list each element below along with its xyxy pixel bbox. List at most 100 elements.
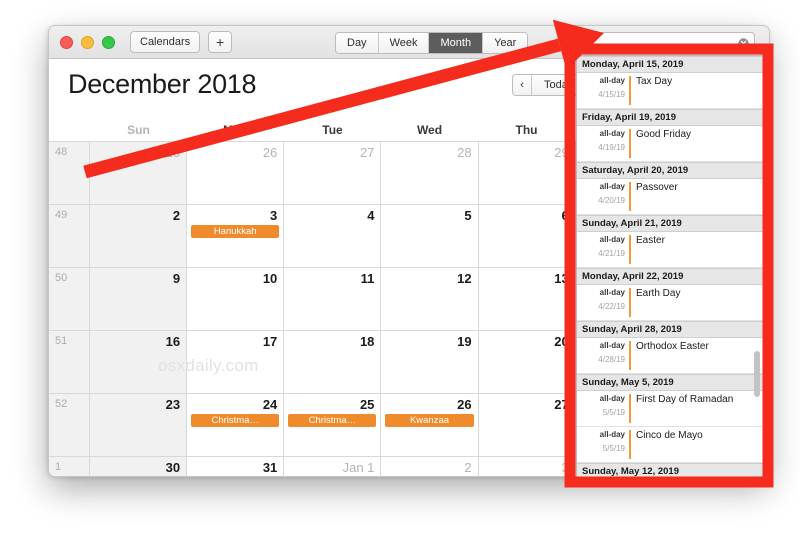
search-result-date: 5/5/19	[602, 408, 625, 417]
day-number: 28	[457, 145, 472, 160]
calendar-day-cell[interactable]: 9	[90, 268, 188, 330]
search-result-row[interactable]: all-day 4/19/19 Good Friday	[577, 126, 763, 162]
search-result-date: 4/28/19	[598, 355, 625, 364]
tab-year[interactable]: Year	[483, 33, 528, 53]
week-number: 49	[49, 205, 90, 267]
day-number: 27	[554, 397, 569, 412]
calendar-day-cell[interactable]: 3 Hanukkah	[187, 205, 285, 267]
day-number: 23	[165, 397, 181, 412]
calendar-event-chip[interactable]: Christma…	[191, 414, 280, 427]
calendar-day-cell[interactable]: 27	[284, 142, 382, 204]
day-number: 11	[360, 271, 375, 286]
calendar-day-cell[interactable]: 26 Kwanzaa	[381, 394, 479, 456]
search-results-panel[interactable]: Monday, April 15, 2019 all-day 4/15/19 Tax …	[576, 55, 764, 481]
calendar-day-cell[interactable]: 26	[187, 142, 285, 204]
search-result-row[interactable]: all-day 4/20/19 Passover	[577, 179, 763, 215]
calendar-day-cell[interactable]: 4	[284, 205, 382, 267]
search-icon	[583, 38, 594, 49]
search-result-row[interactable]: all-day 5/5/19 Cinco de Mayo	[577, 427, 763, 463]
search-result-date: 4/15/19	[598, 90, 625, 99]
day-number: 4	[367, 208, 375, 223]
search-result-date-header: Sunday, April 21, 2019	[577, 215, 763, 232]
calendar-day-cell[interactable]: 18	[284, 331, 382, 393]
calendar-day-cell[interactable]: 12	[381, 268, 479, 330]
search-result-date: 4/20/19	[598, 196, 625, 205]
calendar-day-cell[interactable]: 10	[187, 268, 285, 330]
search-input[interactable]: .	[599, 37, 738, 49]
day-number: 26	[262, 145, 278, 160]
search-result-date-header: Sunday, May 5, 2019	[577, 374, 763, 391]
day-number: 29	[554, 145, 569, 160]
day-number: 18	[359, 334, 375, 349]
page-title: December 2018	[68, 69, 257, 99]
day-number: 24	[262, 397, 278, 412]
day-number: 2	[172, 208, 181, 223]
add-event-button[interactable]: +	[208, 31, 233, 53]
clear-icon[interactable]	[738, 37, 749, 49]
traffic-light-group	[60, 35, 115, 49]
search-result-time-column: all-day 4/20/19	[577, 179, 629, 214]
week-number: 50	[49, 268, 90, 330]
search-result-row[interactable]: all-day 5/5/19 First Day of Ramadan	[577, 391, 763, 427]
search-field[interactable]: .	[577, 32, 755, 54]
calendar-day-cell[interactable]: 3	[478, 457, 576, 476]
search-result-allday-label: all-day	[599, 182, 625, 191]
calendars-button[interactable]: Calendars	[130, 31, 201, 53]
week-number: 51	[49, 331, 90, 393]
search-result-title: First Day of Ramadan	[636, 394, 734, 405]
search-result-allday-label: all-day	[599, 235, 625, 244]
calendar-day-cell[interactable]: 11	[284, 268, 382, 330]
search-result-time-column: all-day 4/28/19	[577, 338, 629, 373]
day-number: 2	[464, 460, 472, 475]
search-result-row[interactable]: all-day 4/22/19 Earth Day	[577, 285, 763, 321]
search-result-date: 4/22/19	[598, 302, 625, 311]
day-number: 3	[270, 208, 278, 223]
calendar-day-cell[interactable]: 23	[90, 394, 188, 456]
week-number: 1	[49, 457, 90, 476]
view-segmented-control[interactable]: Day Week Month Year	[335, 32, 529, 54]
calendar-day-cell[interactable]: 28	[381, 142, 479, 204]
calendar-day-cell[interactable]: 2	[90, 205, 188, 267]
search-result-row[interactable]: all-day5/12/19Mother's Day	[577, 480, 763, 481]
calendar-event-chip[interactable]: Kwanzaa	[385, 414, 474, 427]
search-results-list: Monday, April 15, 2019 all-day 4/15/19 Tax …	[577, 56, 763, 481]
calendar-day-cell[interactable]: 29	[478, 142, 576, 204]
calendar-day-cell[interactable]: 16	[90, 331, 188, 393]
calendar-day-cell[interactable]: 25	[90, 142, 188, 204]
search-result-date: 4/19/19	[598, 143, 625, 152]
search-result-allday-label: all-day	[599, 288, 625, 297]
results-scrollbar-thumb[interactable]	[754, 351, 760, 397]
search-result-time-column: all-day 4/19/19	[577, 126, 629, 161]
day-number: 3	[561, 460, 569, 475]
search-result-row[interactable]: all-day 4/21/19 Easter	[577, 232, 763, 268]
calendar-day-cell[interactable]: 6	[478, 205, 576, 267]
calendar-day-cell[interactable]: 24 Christma…	[187, 394, 285, 456]
calendar-day-cell[interactable]: 13	[478, 268, 576, 330]
search-result-title: Good Friday	[636, 129, 692, 140]
search-result-row[interactable]: all-day 4/28/19 Orthodox Easter	[577, 338, 763, 374]
search-result-row[interactable]: all-day 4/15/19 Tax Day	[577, 73, 763, 109]
calendar-event-chip[interactable]: Christma…	[288, 414, 377, 427]
tab-month[interactable]: Month	[429, 33, 484, 53]
tab-week[interactable]: Week	[378, 33, 430, 53]
calendar-day-cell[interactable]: 30	[90, 457, 188, 476]
calendar-event-chip[interactable]: Hanukkah	[191, 225, 280, 238]
zoom-button[interactable]	[102, 35, 115, 49]
calendar-day-cell[interactable]: 20	[478, 331, 576, 393]
minimize-button[interactable]	[81, 35, 94, 49]
previous-month-button[interactable]: ‹	[513, 75, 532, 95]
day-number: 26	[457, 397, 472, 412]
calendar-day-cell[interactable]: 5	[381, 205, 479, 267]
tab-day[interactable]: Day	[336, 33, 379, 53]
desktop-background: Calendars + Day Week Month Year . Decemb…	[0, 0, 800, 541]
close-button[interactable]	[60, 35, 73, 49]
search-result-time-column: all-day 5/5/19	[577, 427, 629, 462]
calendar-day-cell[interactable]: 2	[381, 457, 479, 476]
calendar-day-cell[interactable]: 17	[187, 331, 285, 393]
day-number: 9	[172, 271, 181, 286]
calendar-day-cell[interactable]: 19	[381, 331, 479, 393]
calendar-day-cell[interactable]: 31New Year…	[187, 457, 285, 476]
calendar-day-cell[interactable]: 27	[478, 394, 576, 456]
calendar-day-cell[interactable]: 25 Christma…	[284, 394, 382, 456]
calendar-day-cell[interactable]: Jan 1New Year…	[284, 457, 382, 476]
